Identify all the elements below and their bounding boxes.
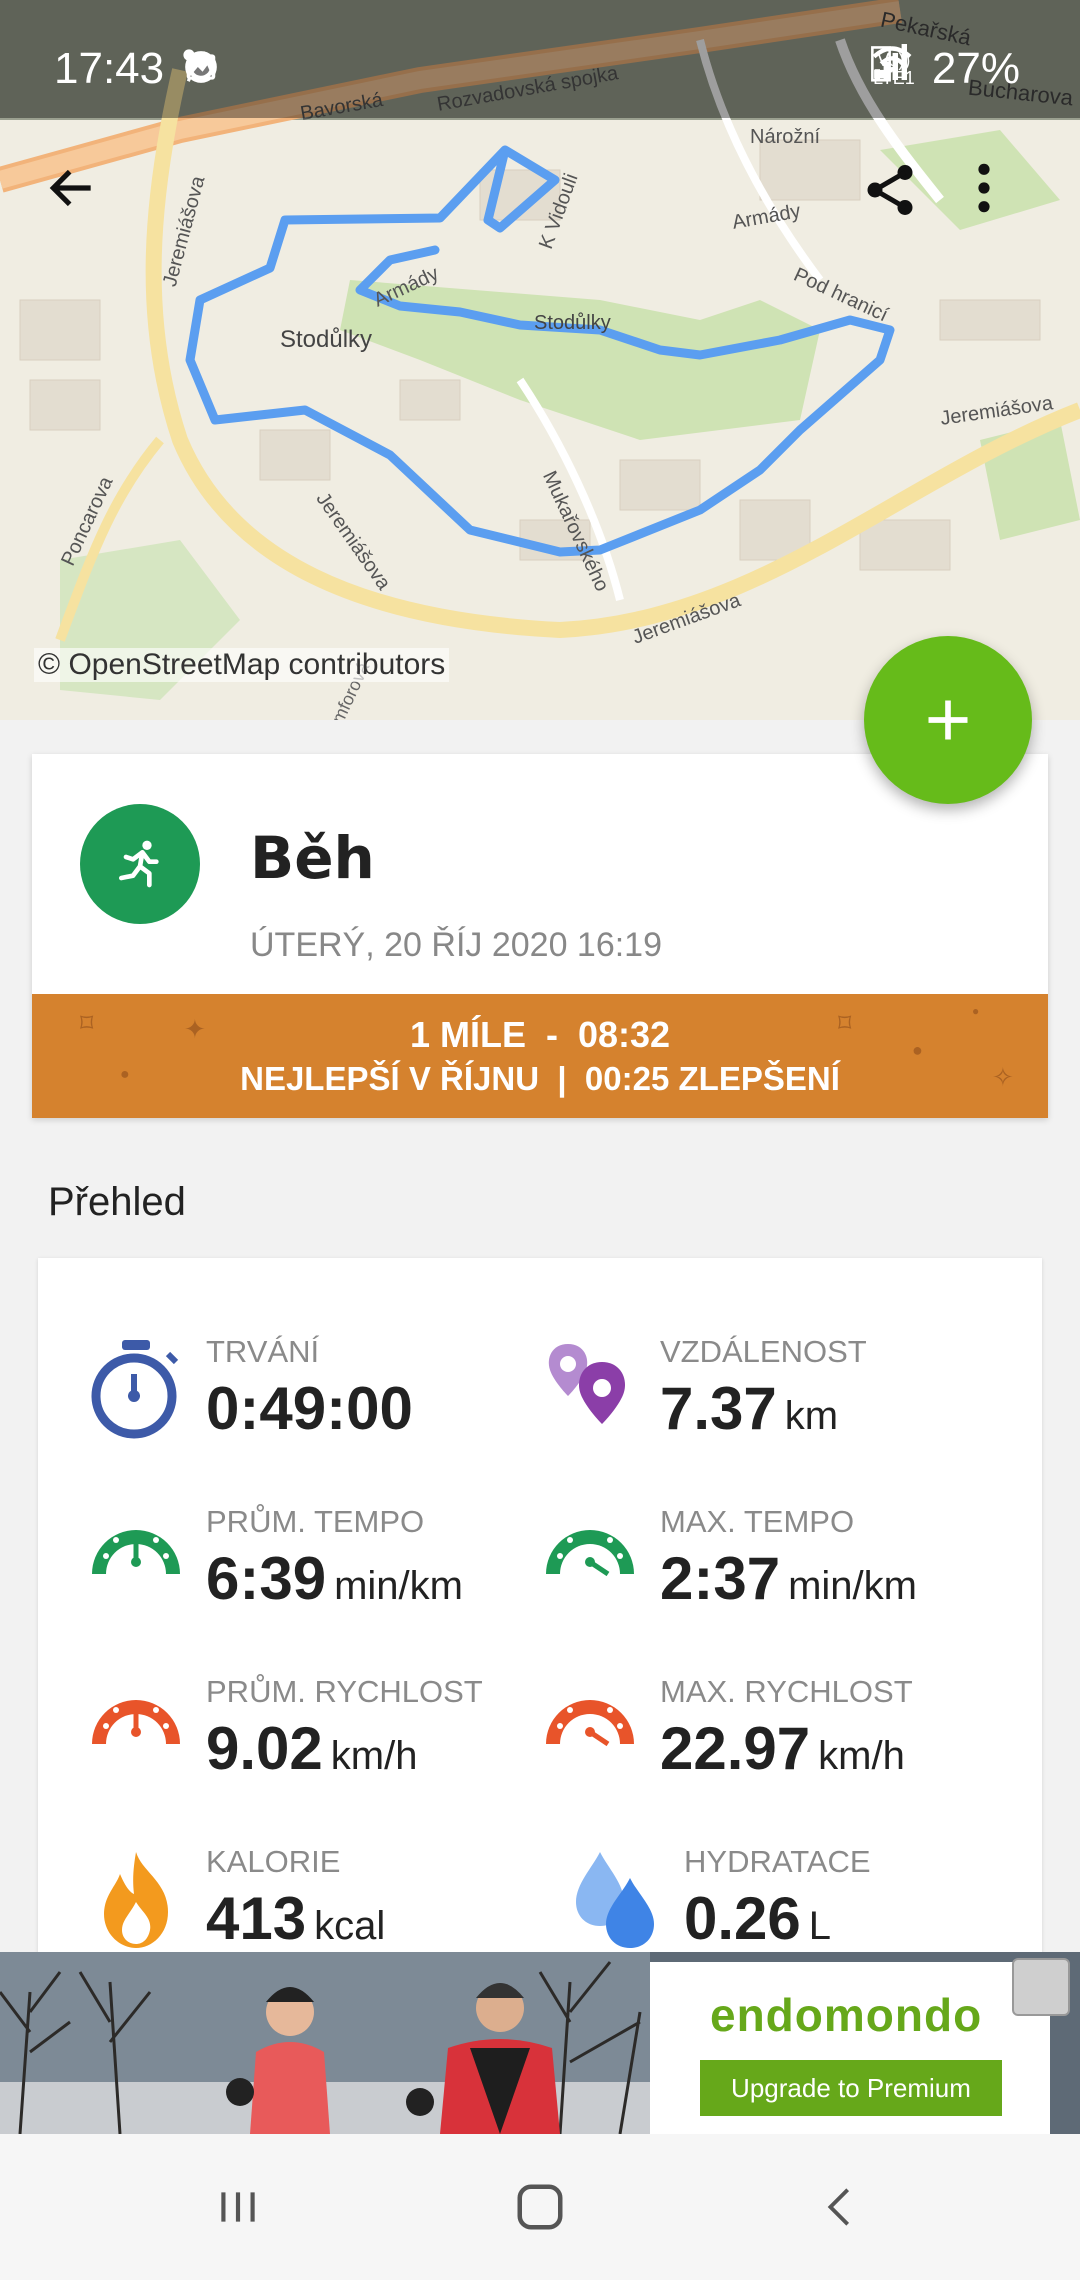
stat-avg-speed: PRŮM. RYCHLOST 9.02 km/h [86, 1674, 546, 1834]
record-title: 1 MÍLE - 08:32 [409, 1014, 671, 1055]
stat-number: 0:49:00 [206, 1375, 413, 1442]
stat-value: 9.02 km/h [206, 1714, 417, 1783]
stat-label: TRVÁNÍ [206, 1334, 320, 1369]
stat-label: VZDÁLENOST [660, 1334, 867, 1369]
ad-choices-icon[interactable] [1012, 1958, 1070, 2016]
more-vertical-icon [978, 163, 990, 213]
stat-label: PRŮM. RYCHLOST [206, 1674, 483, 1709]
stat-max-pace: MAX. TEMPO 2:37 min/km [540, 1504, 1000, 1664]
stat-avg-pace: PRŮM. TEMPO 6:39 min/km [86, 1504, 546, 1664]
stat-calories: KALORIE 413 kcal [86, 1844, 546, 1958]
stat-value: 413 kcal [206, 1884, 385, 1953]
stat-number: 0.26 [684, 1885, 801, 1952]
workout-date: ÚTERÝ, 20 ŘÍJ 2020 16:19 [250, 926, 663, 964]
stat-number: 9.02 [206, 1715, 323, 1782]
stat-value: 0.26 L [684, 1884, 831, 1953]
share-icon [867, 165, 913, 215]
battery-percent: 27% [931, 44, 1020, 93]
max-speed-gauge-icon [546, 1700, 634, 1747]
stat-unit: kcal [314, 1904, 386, 1948]
ad-banner[interactable]: endomondo Upgrade to Premium [0, 1952, 1080, 2134]
stat-number: 413 [206, 1885, 307, 1952]
flame-icon [104, 1852, 168, 1948]
back-button[interactable] [44, 160, 124, 240]
stat-label: PRŮM. TEMPO [206, 1504, 425, 1539]
stat-hydration: HYDRATACE 0.26 L [564, 1844, 1024, 1958]
workout-summary-card: Běh ÚTERÝ, 20 ŘÍJ 2020 16:19 ⌑ ✦ ● ⌑ ● ●… [32, 754, 1048, 1118]
max-pace-gauge-icon [546, 1530, 634, 1577]
stopwatch-icon [91, 1340, 179, 1439]
map-label: Stodůlky [280, 326, 373, 353]
stat-unit: min/km [788, 1564, 917, 1608]
stat-max-speed: MAX. RYCHLOST 22.97 km/h [540, 1674, 1000, 1834]
map-label: Stodůlky [534, 312, 611, 334]
dot-icon [183, 49, 195, 61]
avg-speed-gauge-icon [92, 1700, 180, 1744]
system-navigation-bar [0, 2134, 1080, 2280]
sport-name: Běh [250, 824, 375, 892]
recent-apps-button[interactable] [188, 2164, 288, 2250]
stat-label: KALORIE [206, 1844, 341, 1879]
map-attribution[interactable]: © OpenStreetMap contributors [34, 648, 450, 682]
record-subtitle: NEJLEPŠÍ V ŘÍJNU | 00:25 ZLEPŠENÍ [240, 1060, 840, 1097]
route-map[interactable]: Bavorská Rozvadovská spojka Pekařská Buc… [0, 0, 1080, 720]
recent-apps-icon [221, 2192, 255, 2222]
chevron-left-icon [827, 2188, 850, 2226]
running-icon [119, 840, 159, 888]
stat-duration: TRVÁNÍ 0:49:00 [86, 1334, 546, 1494]
stat-unit: min/km [334, 1564, 463, 1608]
ad-photo [0, 1952, 650, 2134]
back-nav-button[interactable] [790, 2164, 890, 2250]
water-drops-icon [576, 1852, 654, 1948]
stat-distance: VZDÁLENOST 7.37 km [540, 1334, 1000, 1494]
stat-number: 6:39 [206, 1545, 327, 1612]
ad-panel: endomondo Upgrade to Premium [650, 1962, 1050, 2134]
stat-value: 7.37 km [660, 1374, 838, 1443]
upgrade-premium-button[interactable]: Upgrade to Premium [700, 2060, 1002, 2116]
stat-unit: km/h [818, 1734, 905, 1778]
more-options-button[interactable] [974, 160, 1054, 240]
overview-heading: Přehled [48, 1180, 186, 1224]
stat-unit: km/h [330, 1734, 418, 1778]
stat-value: 6:39 min/km [206, 1544, 463, 1613]
stat-unit: km [784, 1394, 839, 1438]
battery-icon [870, 46, 891, 82]
home-icon [517, 2184, 563, 2230]
stat-value: 22.97 km/h [660, 1714, 905, 1783]
add-button[interactable] [864, 636, 1032, 804]
map-label: Nárožní [750, 126, 821, 148]
stat-value: 0:49:00 [206, 1374, 421, 1443]
stat-number: 2:37 [660, 1545, 781, 1612]
home-button[interactable] [490, 2164, 590, 2250]
avg-pace-gauge-icon [92, 1530, 180, 1574]
stat-label: HYDRATACE [684, 1844, 871, 1879]
arrow-left-icon [49, 169, 91, 207]
share-button[interactable] [860, 160, 940, 240]
status-bar: 17:43 Vo)) LTE1 27% [0, 0, 1080, 118]
stats-card: TRVÁNÍ 0:49:00 VZDÁLENOST 7.37 km PRŮM. T… [38, 1258, 1042, 1958]
stat-value: 2:37 min/km [660, 1544, 917, 1613]
sport-badge [80, 804, 200, 924]
status-time: 17:43 [54, 44, 165, 93]
endomondo-logo: endomondo [710, 1989, 983, 2041]
stat-number: 7.37 [660, 1375, 777, 1442]
map-pin-icon [548, 1344, 626, 1424]
stat-label: MAX. TEMPO [660, 1504, 855, 1539]
status-right: Vo)) LTE1 27% [870, 44, 1020, 94]
plus-icon [928, 700, 968, 740]
stat-number: 22.97 [660, 1715, 811, 1782]
personal-record-banner[interactable]: ⌑ ✦ ● ⌑ ● ● ✧ 1 MÍLE - 08:32 NEJLEPŠÍ V … [32, 994, 1048, 1118]
stat-label: MAX. RYCHLOST [660, 1674, 913, 1709]
stat-unit: L [808, 1904, 832, 1948]
